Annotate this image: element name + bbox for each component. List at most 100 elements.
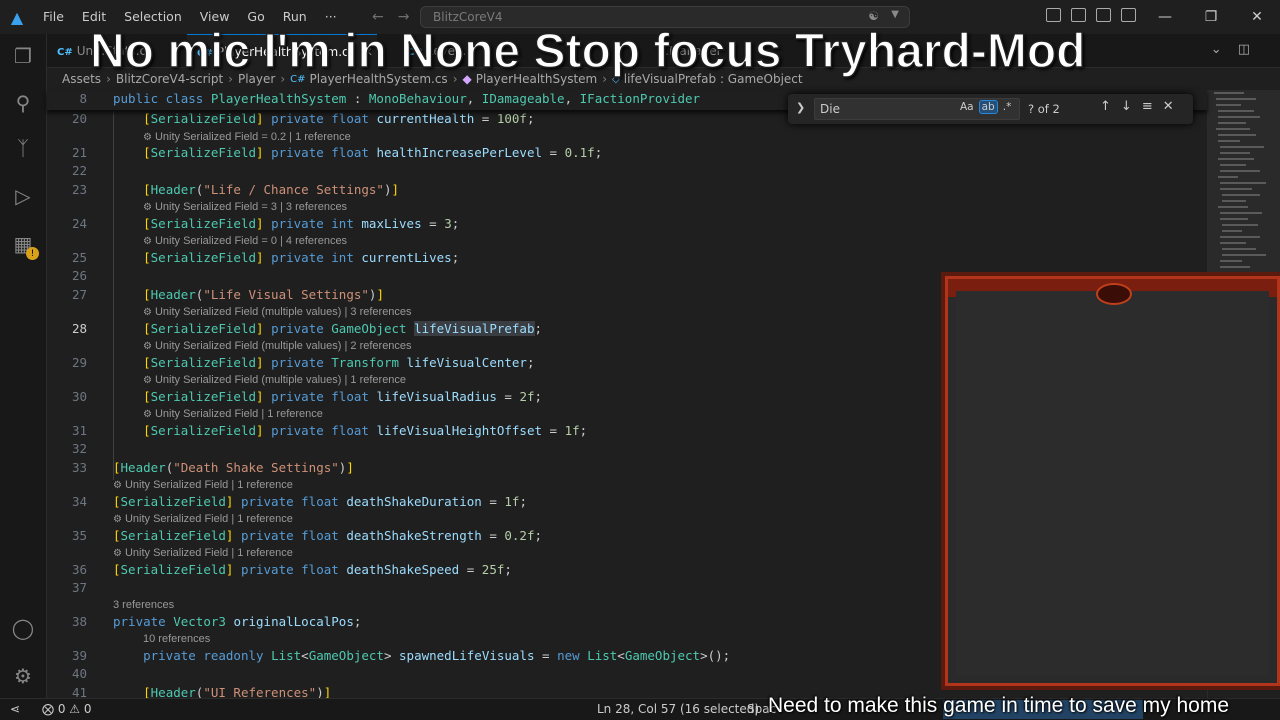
error-icon: ⨂ — [42, 702, 54, 716]
line-number: 8 — [79, 91, 87, 106]
code-lens[interactable]: ⚙ Unity Serialized Field = 3 | 3 referenc… — [143, 201, 347, 216]
demon-emblem-icon — [1096, 283, 1132, 305]
line-number: 36 — [71, 562, 87, 577]
code-lens[interactable]: ⚙ Unity Serialized Field = 0 | 4 referenc… — [143, 235, 347, 250]
tab-actions: ⌄ ◫ — [1211, 42, 1250, 57]
line-number: 25 — [71, 250, 87, 265]
next-match-arrow-icon[interactable]: ↓ — [1121, 99, 1132, 114]
code-lens[interactable]: ⚙ Unity Serialized Field | 1 reference — [143, 408, 323, 423]
unity-icon: ⚙ — [113, 480, 122, 491]
extensions-icon[interactable]: ▦! — [9, 230, 39, 260]
unity-icon: ⚙ — [143, 202, 152, 213]
code-text: [SerializeField] private float lifeVisua… — [143, 389, 543, 404]
close-window-icon[interactable]: ✕ — [1234, 0, 1280, 34]
chevron-down-icon[interactable]: ▼ — [891, 9, 899, 20]
line-number: 29 — [71, 355, 87, 370]
unity-icon: ⚙ — [113, 548, 122, 559]
code-text: [SerializeField] private int maxLives = … — [143, 216, 460, 231]
back-arrow-icon[interactable]: ← — [372, 9, 384, 25]
line-number: 28 — [71, 321, 87, 336]
match-whole-word-toggle[interactable]: ab — [978, 100, 998, 114]
find-options: Aa ab .* — [958, 100, 1014, 114]
match-case-toggle[interactable]: Aa — [958, 101, 976, 113]
warning-icon: ⚠ — [69, 702, 81, 716]
code-text: [SerializeField] private float deathShak… — [113, 562, 512, 577]
code-lens[interactable]: ⚙ Unity Serialized Field = 0.2 | 1 refere… — [143, 131, 351, 146]
line-number: 31 — [71, 423, 87, 438]
code-lens[interactable]: 10 references — [143, 633, 210, 648]
toggle-replace-chevron-icon[interactable]: ❯ — [796, 101, 805, 114]
unity-icon: ⚙ — [143, 409, 152, 420]
line-number: 20 — [71, 111, 87, 126]
code-text: [Header("Life / Chance Settings")] — [143, 182, 400, 197]
find-in-selection-icon[interactable]: ≡ — [1142, 99, 1153, 114]
toggle-panel-icon[interactable] — [1096, 8, 1111, 22]
line-number: 40 — [71, 666, 87, 681]
run-debug-icon[interactable]: ▷ — [9, 182, 37, 210]
unity-icon: ⚙ — [143, 375, 152, 386]
line-number: 34 — [71, 494, 87, 509]
previous-match-arrow-icon[interactable]: ↑ — [1100, 99, 1111, 114]
code-text: [SerializeField] private Transform lifeV… — [143, 355, 535, 370]
account-icon[interactable]: ◯ — [9, 614, 37, 642]
code-lens[interactable]: ⚙ Unity Serialized Field | 1 reference — [113, 547, 293, 562]
code-text: [Header("Death Shake Settings")] — [113, 460, 354, 475]
line-number: 26 — [71, 268, 87, 283]
toggle-sidebar-icon[interactable] — [1071, 8, 1086, 22]
forward-arrow-icon[interactable]: → — [398, 9, 410, 25]
code-text: [SerializeField] private float healthInc… — [143, 145, 603, 160]
search-icon[interactable]: ⚲ — [9, 89, 37, 117]
copilot-icon[interactable]: ☯ — [868, 9, 879, 23]
code-text: private readonly List<GameObject> spawne… — [143, 648, 731, 663]
find-query: Die — [820, 102, 840, 116]
minimize-icon[interactable]: — — [1142, 0, 1188, 34]
close-find-icon[interactable]: ✕ — [1163, 99, 1174, 114]
line-number: 35 — [71, 528, 87, 543]
line-number: 22 — [71, 163, 87, 178]
menu-file[interactable]: File — [34, 0, 73, 34]
code-lens[interactable]: ⚙ Unity Serialized Field (multiple values… — [143, 374, 406, 389]
explorer-icon[interactable]: ❐ — [9, 42, 37, 70]
unity-icon: ⚙ — [143, 307, 152, 318]
chevron-down-icon[interactable]: ⌄ — [1211, 42, 1222, 57]
split-editor-icon[interactable]: ◫ — [1238, 42, 1250, 57]
problems-indicator[interactable]: ⨂ 0 ⚠ 0 — [42, 702, 92, 716]
code-line: 22 — [47, 163, 1207, 182]
line-number: 33 — [71, 460, 87, 475]
line-number: 23 — [71, 182, 87, 197]
unity-icon: ⚙ — [113, 514, 122, 525]
unity-icon: ⚙ — [143, 341, 152, 352]
line-number: 39 — [71, 648, 87, 663]
code-lens[interactable]: 3 references — [113, 599, 174, 614]
settings-gear-icon[interactable]: ⚙ — [9, 662, 37, 690]
code-line: 24 [SerializeField] private int maxLives… — [47, 216, 1207, 235]
cursor-position[interactable]: Ln 28, Col 57 (16 selected) — [597, 702, 759, 716]
remote-indicator-icon[interactable]: ⋖ — [10, 702, 20, 716]
line-number: 24 — [71, 216, 87, 231]
code-lens[interactable]: ⚙ Unity Serialized Field | 1 reference — [113, 513, 293, 528]
code-text: [SerializeField] private float currentHe… — [143, 111, 535, 126]
layout-controls — [1046, 8, 1136, 22]
toggle-secondary-sidebar-icon[interactable] — [1121, 8, 1136, 22]
code-lens[interactable]: ⚙ Unity Serialized Field (multiple values… — [143, 306, 412, 321]
unity-icon: ⚙ — [143, 132, 152, 143]
stream-overlay-title: No mic I'm in None Stop focus Tryhard-Mo… — [89, 24, 1086, 79]
code-line: 25 [SerializeField] private int currentL… — [47, 250, 1207, 269]
source-control-icon[interactable]: ᛉ — [9, 134, 37, 162]
sticky-line-text: public class PlayerHealthSystem : MonoBe… — [113, 91, 701, 106]
unity-icon: ⚙ — [143, 236, 152, 247]
use-regex-toggle[interactable]: .* — [1001, 101, 1014, 113]
line-number: 21 — [71, 145, 87, 160]
code-line: 23 [Header("Life / Chance Settings")] — [47, 182, 1207, 201]
stream-overlay-subtitle: Need to make this game in time to save m… — [768, 694, 1230, 717]
code-line: 21 [SerializeField] private float health… — [47, 145, 1207, 164]
code-lens[interactable]: ⚙ Unity Serialized Field | 1 reference — [113, 479, 293, 494]
activity-bar: ❐ ⚲ ᛉ ▷ ▦! ◯ ⚙ — [0, 34, 47, 698]
webcam-frame — [945, 276, 1280, 686]
code-lens[interactable]: ⚙ Unity Serialized Field (multiple values… — [143, 340, 412, 355]
layout-customize-icon[interactable] — [1046, 8, 1061, 22]
restore-icon[interactable]: ❐ — [1188, 0, 1234, 34]
code-text: [SerializeField] private float deathShak… — [113, 494, 527, 509]
webcam-feed — [956, 291, 1269, 675]
code-text: private Vector3 originalLocalPos; — [113, 614, 362, 629]
